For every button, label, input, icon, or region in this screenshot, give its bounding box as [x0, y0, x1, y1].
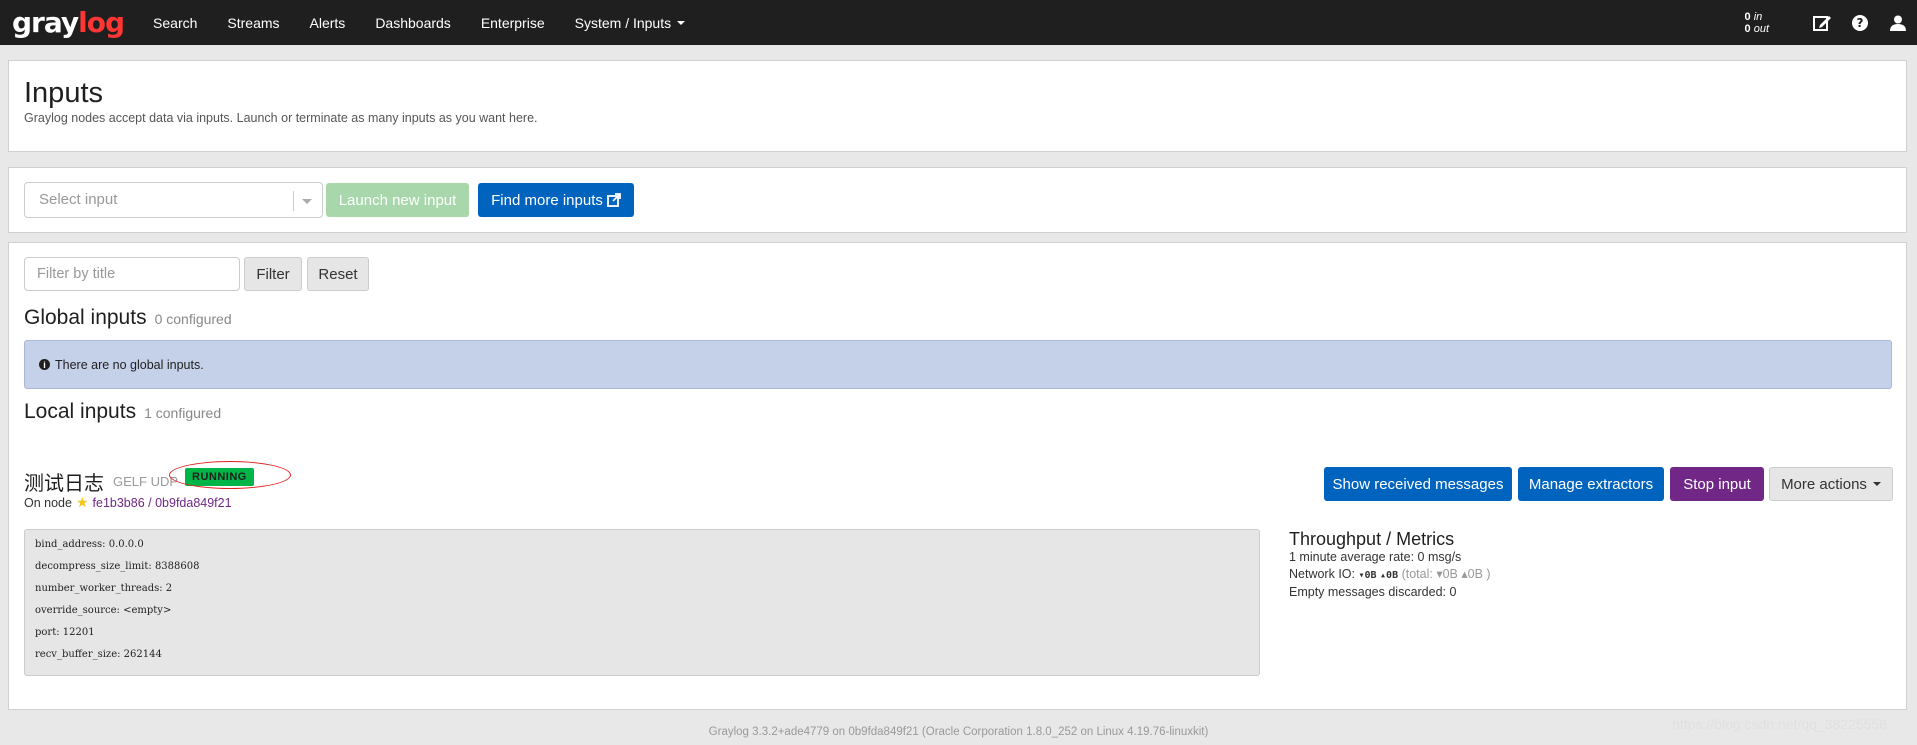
avg-rate: 1 minute average rate: 0 msg/s: [1289, 550, 1462, 564]
config-line: override_source: <empty>: [35, 605, 172, 616]
local-inputs-count: 1 configured: [144, 405, 222, 421]
metrics-title: Throughput / Metrics: [1289, 529, 1455, 549]
more-actions-label: More actions: [1781, 475, 1867, 493]
filter-title-input[interactable]: Filter by title: [24, 257, 240, 291]
network-out: ▴0B: [1380, 570, 1399, 581]
out-label: out: [1753, 22, 1769, 35]
page-subtitle: Graylog nodes accept data via inputs. La…: [24, 111, 538, 125]
node-prefix: On node: [24, 495, 72, 510]
inputs-list-panel: Filter by title Filter Reset Global inpu…: [8, 242, 1907, 710]
out-count: 0: [1744, 22, 1751, 35]
local-inputs-heading: Local inputs 1 configured: [24, 400, 221, 424]
edit-icon[interactable]: [1811, 12, 1833, 34]
throughput-indicator[interactable]: 0 in 0 out: [1745, 11, 1769, 35]
external-link-icon: [606, 193, 621, 207]
filter-button[interactable]: Filter: [244, 257, 302, 291]
highlight-ellipse: [169, 461, 291, 489]
more-actions-button[interactable]: More actions: [1769, 467, 1893, 501]
nav-search[interactable]: Search: [138, 15, 212, 31]
nav-links: Search Streams Alerts Dashboards Enterpr…: [138, 0, 700, 45]
find-more-label: Find more inputs: [491, 191, 603, 209]
input-name: 测试日志: [24, 473, 104, 495]
throughput-in: 0 in: [1745, 11, 1769, 23]
star-icon: ★: [75, 494, 89, 510]
user-icon[interactable]: [1887, 12, 1909, 34]
input-config-block: bind_address: 0.0.0.0 decompress_size_li…: [24, 529, 1260, 676]
watermark: https://blog.csdn.net/qq_38225558: [1672, 716, 1887, 732]
page-header-panel: Inputs Graylog nodes accept data via inp…: [8, 60, 1907, 152]
graylog-logo[interactable]: graylog: [12, 5, 125, 39]
nav-alerts[interactable]: Alerts: [295, 15, 361, 31]
caret-down-icon: [1872, 482, 1881, 486]
local-inputs-title: Local inputs: [24, 400, 137, 423]
footer-version: Graylog 3.3.2+ade4779 on 0b9fda849f21 (O…: [708, 726, 1209, 738]
node-info: On node ★ fe1b3b86 / 0b9fda849f21: [24, 494, 232, 511]
caret-down-icon: [677, 20, 686, 25]
throughput-out: 0 out: [1745, 23, 1769, 35]
config-line: decompress_size_limit: 8388608: [35, 561, 200, 572]
top-navbar: graylog Search Streams Alerts Dashboards…: [0, 0, 1917, 45]
network-total: (total: ▾0B ▴0B ): [1401, 567, 1491, 581]
config-line: number_worker_threads: 2: [35, 583, 173, 594]
svg-text:?: ?: [1857, 16, 1864, 30]
in-count: 0: [1744, 10, 1751, 23]
select-placeholder: Select input: [39, 191, 118, 208]
network-in: ▾0B: [1358, 570, 1377, 581]
reset-button[interactable]: Reset: [307, 257, 369, 291]
input-type-select[interactable]: Select input: [24, 182, 323, 218]
no-global-inputs-message: There are no global inputs.: [55, 357, 204, 372]
network-io: Network IO: ▾0B ▴0B (total: ▾0B ▴0B ): [1289, 566, 1491, 584]
select-divider: [293, 191, 294, 211]
global-inputs-title: Global inputs: [24, 306, 147, 329]
launch-new-input-button[interactable]: Launch new input: [326, 183, 469, 217]
no-global-inputs-alert: i There are no global inputs.: [24, 340, 1892, 389]
throughput-metrics: Throughput / Metrics 1 minute average ra…: [1289, 529, 1491, 601]
network-io-label: Network IO:: [1289, 567, 1355, 581]
page-title: Inputs: [24, 77, 103, 109]
node-link[interactable]: fe1b3b86 / 0b9fda849f21: [93, 496, 232, 510]
stop-input-button[interactable]: Stop input: [1670, 467, 1764, 501]
help-icon[interactable]: ?: [1849, 12, 1871, 34]
global-inputs-heading: Global inputs 0 configured: [24, 306, 232, 330]
chevron-down-icon[interactable]: [302, 199, 312, 204]
nav-streams[interactable]: Streams: [212, 15, 294, 31]
logo-text: gray: [12, 5, 79, 39]
nav-dashboards[interactable]: Dashboards: [360, 15, 466, 31]
nav-system-label: System / Inputs: [574, 14, 672, 31]
launch-panel: Select input Launch new input Find more …: [8, 167, 1907, 233]
info-icon: i: [39, 359, 50, 370]
config-line: recv_buffer_size: 262144: [35, 649, 162, 660]
nav-right: 0 in 0 out ?: [1745, 0, 1909, 45]
empty-discarded: Empty messages discarded: 0: [1289, 585, 1457, 599]
find-more-inputs-button[interactable]: Find more inputs: [478, 183, 634, 217]
nav-enterprise[interactable]: Enterprise: [466, 15, 560, 31]
show-received-messages-button[interactable]: Show received messages: [1324, 467, 1512, 501]
global-inputs-count: 0 configured: [154, 311, 232, 327]
in-label: in: [1753, 10, 1763, 23]
manage-extractors-button[interactable]: Manage extractors: [1518, 467, 1664, 501]
config-line: port: 12201: [35, 627, 95, 638]
nav-system-menu[interactable]: System / Inputs: [560, 15, 700, 31]
logo-accent-text: log: [78, 5, 125, 39]
config-line: bind_address: 0.0.0.0: [35, 539, 144, 550]
